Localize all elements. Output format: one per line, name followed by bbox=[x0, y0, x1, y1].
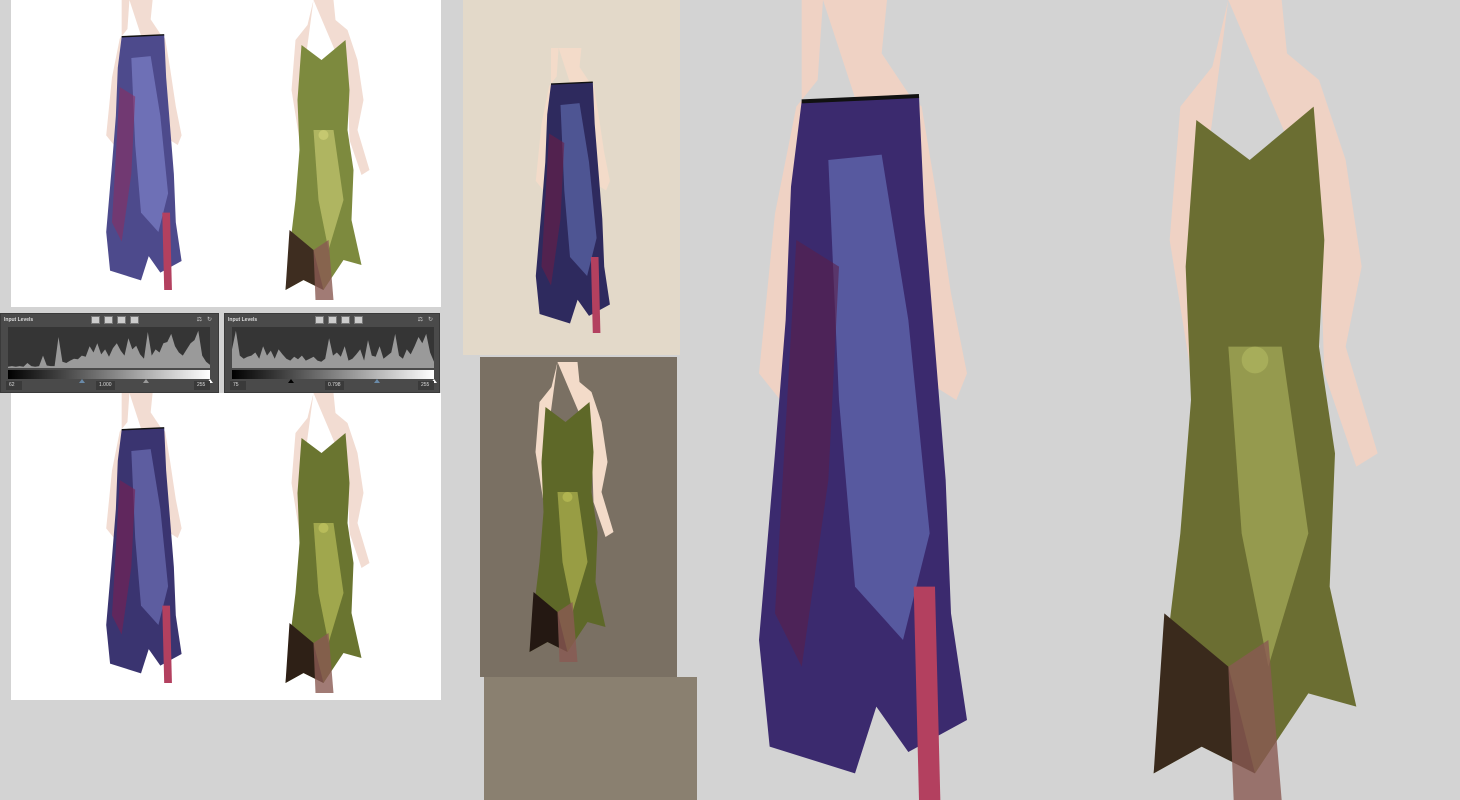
histogram-icon[interactable] bbox=[117, 316, 126, 324]
histogram-icon[interactable] bbox=[104, 316, 113, 324]
black-input-field[interactable]: 62 bbox=[6, 381, 22, 390]
histogram bbox=[232, 327, 434, 368]
purple-dress-figure bbox=[81, 393, 201, 683]
histogram-area bbox=[232, 330, 434, 368]
purple-dress-figure bbox=[81, 0, 201, 290]
histogram-icon[interactable] bbox=[130, 316, 139, 324]
olive-dress-figure bbox=[261, 0, 386, 300]
channel-icons[interactable] bbox=[91, 316, 139, 324]
reset-icon[interactable]: ↻ bbox=[207, 316, 212, 323]
black-input-field[interactable]: 75 bbox=[230, 381, 246, 390]
gamma-field[interactable]: 0.798 bbox=[325, 381, 344, 390]
histogram-icon[interactable] bbox=[328, 316, 337, 324]
olive-dress-figure bbox=[261, 393, 386, 693]
channel-icons[interactable] bbox=[315, 316, 363, 324]
white-input-field[interactable]: 255 bbox=[194, 381, 210, 390]
input-levels-panel-1: Input Levels ⚖ ↻ 62 1.000 255 bbox=[0, 313, 219, 393]
black-point-handle[interactable] bbox=[288, 379, 294, 383]
reset-icon[interactable]: ↻ bbox=[428, 316, 433, 323]
gamma-field[interactable]: 1.000 bbox=[96, 381, 115, 390]
histogram-icon[interactable] bbox=[91, 316, 100, 324]
gamma-handle[interactable] bbox=[374, 379, 380, 383]
histogram-icon[interactable] bbox=[341, 316, 350, 324]
input-levels-panel-2: Input Levels ⚖ ↻ 75 0.798 255 bbox=[224, 313, 440, 393]
adjusted-sketch-panel bbox=[11, 393, 441, 700]
histogram-area bbox=[8, 330, 210, 368]
input-gradient-slider[interactable] bbox=[8, 370, 210, 379]
white-input-field[interactable]: 255 bbox=[418, 381, 434, 390]
gamma-handle[interactable] bbox=[143, 379, 149, 383]
auto-levels-icon[interactable]: ⚖ bbox=[418, 316, 423, 323]
olive-dress-painting bbox=[1060, 0, 1450, 800]
panel-title: Input Levels bbox=[228, 317, 258, 323]
panel-title: Input Levels bbox=[4, 317, 34, 323]
purple-dress-study bbox=[505, 48, 635, 333]
auto-levels-icon[interactable]: ⚖ bbox=[197, 316, 202, 323]
taupe-canvas-lower bbox=[484, 677, 697, 800]
histogram-icon[interactable] bbox=[315, 316, 324, 324]
purple-dress-painting bbox=[690, 0, 1020, 800]
original-sketch-panel bbox=[11, 0, 441, 307]
histogram-icon[interactable] bbox=[354, 316, 363, 324]
histogram bbox=[8, 327, 210, 368]
input-gradient-slider[interactable] bbox=[232, 370, 434, 379]
black-point-handle[interactable] bbox=[79, 379, 85, 383]
olive-dress-study bbox=[495, 362, 640, 662]
